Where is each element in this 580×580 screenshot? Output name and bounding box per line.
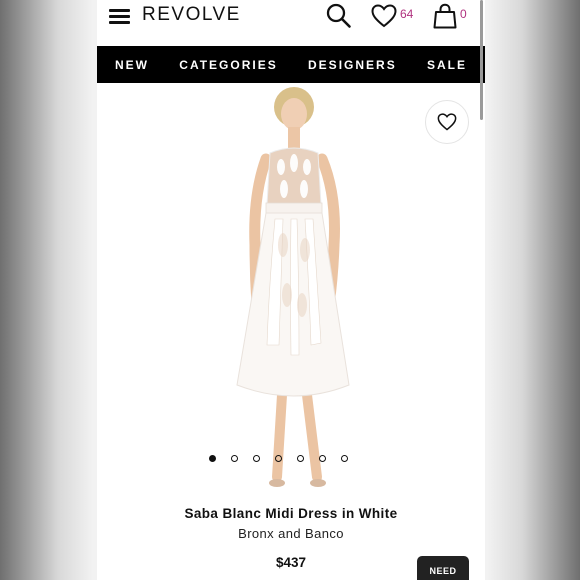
menu-icon[interactable]	[109, 9, 131, 25]
scrollbar[interactable]	[480, 0, 483, 120]
cart-count-badge[interactable]: 0	[460, 7, 467, 21]
product-brand[interactable]: Bronx and Banco	[97, 526, 485, 541]
search-icon[interactable]	[325, 2, 352, 29]
wishlist-heart-icon[interactable]	[371, 4, 397, 28]
nav-new[interactable]: NEW	[115, 58, 149, 72]
heart-outline-icon	[437, 113, 457, 131]
top-header: REVOLVE 64 0	[97, 0, 485, 46]
carousel-dot[interactable]	[297, 455, 304, 462]
nav-designers[interactable]: DESIGNERS	[308, 58, 397, 72]
category-nav: NEW CATEGORIES DESIGNERS SALE	[97, 46, 485, 83]
add-to-wishlist-button[interactable]	[425, 100, 469, 144]
carousel-dot[interactable]	[275, 455, 282, 462]
carousel-dot[interactable]	[231, 455, 238, 462]
carousel-pagination	[209, 455, 348, 462]
nav-categories[interactable]: CATEGORIES	[179, 58, 277, 72]
mobile-screen: REVOLVE 64 0 NEW CATEGORIES DESIGNERS SA…	[97, 0, 485, 580]
shopping-bag-icon[interactable]	[433, 3, 457, 29]
product-photo[interactable]	[197, 85, 387, 495]
product-image-gallery[interactable]	[97, 83, 485, 493]
revolve-logo[interactable]: REVOLVE	[142, 4, 241, 26]
wishlist-count-badge[interactable]: 64	[400, 7, 413, 21]
carousel-dot[interactable]	[319, 455, 326, 462]
carousel-dot[interactable]	[253, 455, 260, 462]
carousel-dot[interactable]	[209, 455, 216, 462]
nav-sale[interactable]: SALE	[427, 58, 467, 72]
need-help-button[interactable]: NEED	[417, 556, 469, 580]
carousel-dot[interactable]	[341, 455, 348, 462]
product-name: Saba Blanc Midi Dress in White	[184, 506, 398, 521]
